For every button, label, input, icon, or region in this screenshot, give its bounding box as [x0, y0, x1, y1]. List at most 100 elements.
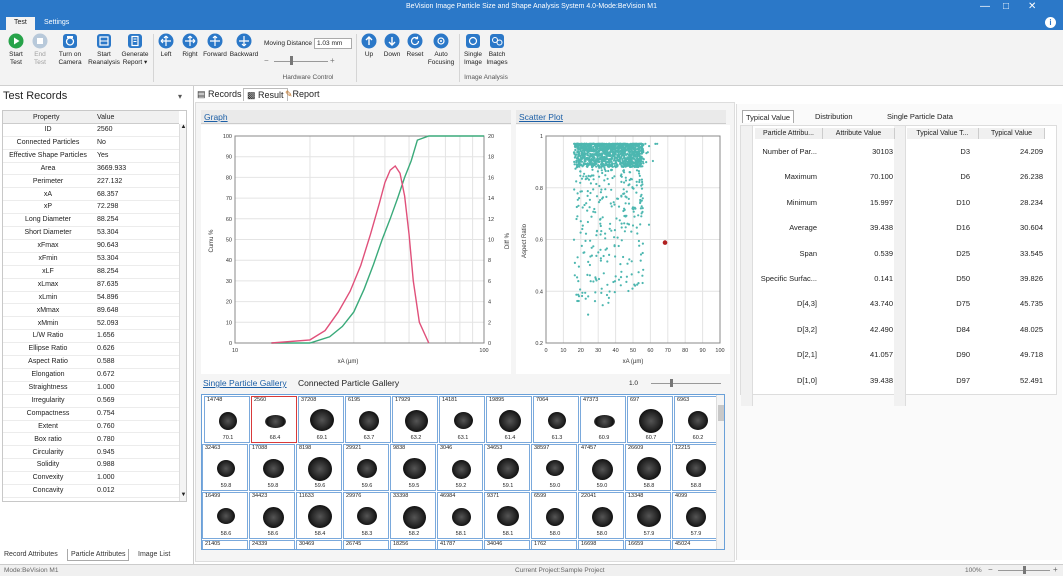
tab-image-list[interactable]: Image List [135, 549, 173, 561]
property-row[interactable]: Circularity 0.945 [3, 447, 179, 460]
distance-slider[interactable] [274, 61, 328, 62]
gallery-cell[interactable]: 21405 [202, 540, 248, 549]
gallery-cell[interactable]: 6963 60.2 [674, 396, 720, 443]
forward-button[interactable]: Forward [201, 33, 229, 59]
property-row[interactable]: xFmin 53.304 [3, 253, 179, 266]
gallery-cell[interactable]: 30469 [296, 540, 342, 549]
batch-images-button[interactable]: Batch Images [486, 33, 508, 66]
gallery-cell[interactable]: 7064 61.3 [533, 396, 579, 443]
slider-minus[interactable]: − [264, 56, 269, 65]
gallery-scroll-thumb[interactable] [718, 405, 724, 421]
tab-report[interactable]: ✎Report [285, 88, 320, 101]
tab-record-attributes[interactable]: Record Attributes [1, 549, 61, 561]
property-row[interactable]: ID 2560 [3, 124, 179, 137]
tab-single-particle-gallery[interactable]: Single Particle Gallery [203, 378, 287, 388]
tab-distribution[interactable]: Distribution [812, 110, 856, 123]
property-row[interactable]: Aspect Ratio 0.588 [3, 356, 179, 369]
gallery-cell[interactable]: 697 60.7 [627, 396, 673, 443]
start-reanalysis-button[interactable]: Start Reanalysis [88, 33, 120, 66]
gallery-cell[interactable]: 33398 58.2 [390, 492, 436, 539]
gallery-cell[interactable]: 14181 63.1 [439, 396, 485, 443]
close-icon[interactable]: ✕ [1028, 1, 1036, 13]
slider-plus[interactable]: + [330, 56, 335, 65]
gallery-cell[interactable]: 17088 59.8 [249, 444, 295, 491]
gallery-cell[interactable]: 12215 58.8 [672, 444, 718, 491]
gallery-cell[interactable]: 26745 [343, 540, 389, 549]
property-row[interactable]: xMmax 89.648 [3, 305, 179, 318]
gallery-cell[interactable]: 34653 59.1 [484, 444, 530, 491]
gallery-cell[interactable]: 2560 68.4 [251, 396, 297, 443]
splitter[interactable] [193, 86, 194, 564]
property-row[interactable]: xP 72.298 [3, 201, 179, 215]
reset-button[interactable]: Reset [405, 33, 425, 59]
end-test-button[interactable]: End Test [30, 33, 50, 66]
gallery-cell[interactable]: 13348 57.9 [625, 492, 671, 539]
property-row[interactable]: Irregularity 0.569 [3, 395, 179, 408]
gallery-cell[interactable]: 11633 58.4 [296, 492, 342, 539]
gallery-cell[interactable]: 34046 [484, 540, 530, 549]
gallery-cell[interactable]: 26609 58.8 [625, 444, 671, 491]
gallery-cell[interactable]: 47457 59.0 [578, 444, 624, 491]
gallery-cell[interactable]: 4099 57.9 [672, 492, 718, 539]
gallery-cell[interactable]: 14748 70.1 [204, 396, 250, 443]
status-zoom-thumb[interactable] [1023, 566, 1026, 574]
property-row[interactable]: xFmax 90.643 [3, 240, 179, 253]
property-row[interactable]: L/W Ratio 1.656 [3, 330, 179, 344]
table-row[interactable]: Maximum 70.100 D6 26.238 [741, 165, 1058, 190]
tab-records[interactable]: ▤ Records [197, 88, 242, 101]
table-row[interactable]: Minimum 15.997 D10 28.234 [741, 191, 1058, 216]
gallery-cell[interactable]: 1762 [531, 540, 577, 549]
property-row[interactable]: xLF 88.254 [3, 266, 179, 279]
up-button[interactable]: Up [360, 33, 378, 59]
gallery-cell[interactable]: 37208 69.1 [298, 396, 344, 443]
moving-distance-input[interactable]: 1.03 mm [314, 38, 352, 49]
gallery-cell[interactable]: 9838 59.5 [390, 444, 436, 491]
tab-settings[interactable]: Settings [36, 17, 77, 30]
left-button[interactable]: Left [157, 33, 175, 59]
property-row[interactable]: Box ratio 0.780 [3, 434, 179, 447]
property-row[interactable]: Long Diameter 88.254 [3, 214, 179, 228]
property-row[interactable]: Short Diameter 53.304 [3, 227, 179, 240]
property-row[interactable]: Straightness 1.000 [3, 382, 179, 395]
property-scrollbar[interactable]: ▲ ▼ [179, 124, 186, 501]
scroll-up-icon[interactable]: ▲ [180, 124, 186, 132]
start-test-button[interactable]: Start Test [6, 33, 26, 66]
table-row[interactable]: Average 39.438 D16 30.604 [741, 216, 1058, 241]
property-row[interactable]: Compactness 0.754 [3, 408, 179, 421]
gallery-cell[interactable]: 41787 [437, 540, 483, 549]
minimize-icon[interactable]: — [980, 1, 990, 13]
info-icon[interactable]: i [1045, 17, 1056, 28]
single-image-button[interactable]: Single Image [462, 33, 484, 66]
gallery-cell[interactable]: 29976 58.3 [343, 492, 389, 539]
backward-button[interactable]: Backward [229, 33, 259, 59]
tab-single-particle-data[interactable]: Single Particle Data [884, 110, 956, 123]
col-header-typical-type[interactable]: Typical Value T... [907, 128, 979, 139]
col-header-typical-value[interactable]: Typical Value [979, 128, 1045, 139]
collapse-chevron-icon[interactable]: ▾ [178, 92, 182, 101]
property-row[interactable]: xLmin 54.896 [3, 292, 179, 305]
gallery-cell[interactable]: 22041 58.0 [578, 492, 624, 539]
col-header-attribute[interactable]: Particle Attribu... [755, 128, 823, 139]
table-row[interactable]: Number of Par... 30103 D3 24.209 [741, 140, 1058, 165]
gallery-zoom-slider[interactable] [651, 383, 721, 384]
tab-particle-attributes[interactable]: Particle Attributes [67, 549, 130, 561]
property-row[interactable]: Solidity 0.988 [3, 459, 179, 473]
scroll-down-icon[interactable]: ▼ [180, 492, 186, 500]
gallery-cell[interactable]: 47373 60.9 [580, 396, 626, 443]
property-row[interactable]: Elongation 0.672 [3, 369, 179, 382]
down-button[interactable]: Down [382, 33, 402, 59]
property-row[interactable]: Perimeter 227.132 [3, 176, 179, 189]
gallery-cell[interactable]: 16499 58.6 [202, 492, 248, 539]
property-row[interactable]: Concavity 0.012 [3, 485, 179, 498]
gallery-zoom-thumb[interactable] [670, 379, 673, 387]
property-row[interactable]: Effective Shape Particles Yes [3, 150, 179, 163]
property-row[interactable]: xA 68.357 [3, 189, 179, 202]
table-row[interactable]: Span 0.539 D25 33.545 [741, 242, 1058, 267]
gallery-cell[interactable]: 38597 59.0 [531, 444, 577, 491]
property-row[interactable]: Ellipse Ratio 0.626 [3, 343, 179, 357]
col-header-attribute-value[interactable]: Attribute Value [823, 128, 895, 139]
property-row[interactable]: Area 3669.933 [3, 163, 179, 176]
gallery-cell[interactable]: 24339 [249, 540, 295, 549]
tab-typical-value[interactable]: Typical Value [742, 110, 795, 123]
gallery-cell[interactable]: 34423 58.6 [249, 492, 295, 539]
